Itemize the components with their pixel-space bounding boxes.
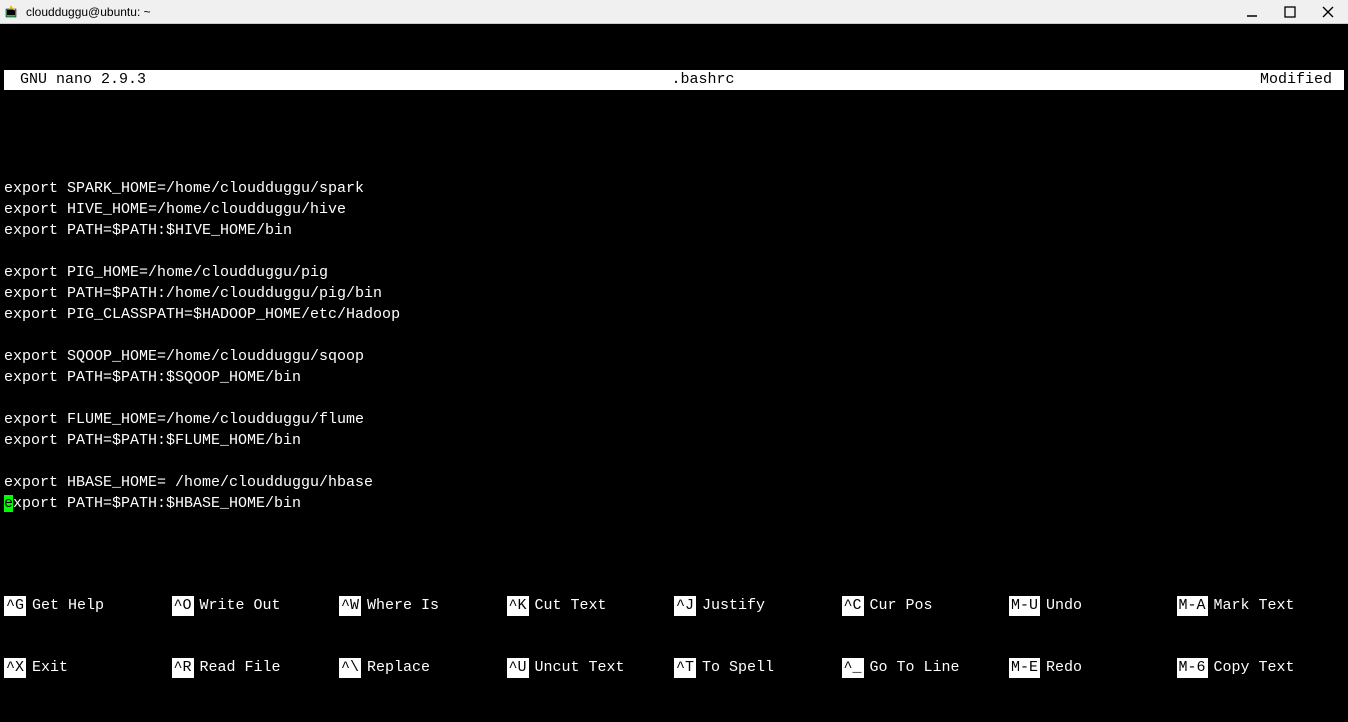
window-controls xyxy=(1242,2,1344,22)
editor-line xyxy=(4,451,1344,472)
shortcut-label: Cur Pos xyxy=(870,596,933,616)
nano-filename: .bashrc xyxy=(146,70,1260,90)
editor-line: export HBASE_HOME= /home/cloudduggu/hbas… xyxy=(4,472,1344,493)
editor-line: export PIG_CLASSPATH=$HADOOP_HOME/etc/Ha… xyxy=(4,304,1344,325)
shortcut-key: M-A xyxy=(1177,596,1208,616)
editor-line xyxy=(4,157,1344,178)
shortcut: M-6 Copy Text xyxy=(1177,658,1345,678)
shortcut-key: ^R xyxy=(172,658,194,678)
shortcut-key: M-U xyxy=(1009,596,1040,616)
maximize-button[interactable] xyxy=(1280,2,1300,22)
shortcut-key: ^O xyxy=(172,596,194,616)
shortcut-label: Replace xyxy=(367,658,430,678)
shortcut: ^\ Replace xyxy=(339,658,507,678)
shortcut-label: Go To Line xyxy=(870,658,960,678)
terminal-area[interactable]: GNU nano 2.9.3 .bashrc Modified export S… xyxy=(0,24,1348,722)
shortcut-key: ^T xyxy=(674,658,696,678)
nano-header: GNU nano 2.9.3 .bashrc Modified xyxy=(4,70,1344,90)
shortcut-key: ^_ xyxy=(842,658,864,678)
editor-line: export SPARK_HOME=/home/cloudduggu/spark xyxy=(4,178,1344,199)
putty-icon xyxy=(4,4,20,20)
close-button[interactable] xyxy=(1318,2,1338,22)
shortcut-key: ^W xyxy=(339,596,361,616)
footer-row: ^G Get Help ^O Write Out ^W Where Is ^K Cut Tex… xyxy=(4,596,1344,616)
editor-line: export PATH=$PATH:$FLUME_HOME/bin xyxy=(4,430,1344,451)
shortcut-key: M-E xyxy=(1009,658,1040,678)
shortcut-label: Where Is xyxy=(367,596,439,616)
shortcut-label: Write Out xyxy=(200,596,281,616)
shortcut-key: ^X xyxy=(4,658,26,678)
window-title: cloudduggu@ubuntu: ~ xyxy=(26,5,1242,19)
shortcut: ^X Exit xyxy=(4,658,172,678)
editor-line: export HIVE_HOME=/home/cloudduggu/hive xyxy=(4,199,1344,220)
nano-status: Modified xyxy=(1260,70,1340,90)
shortcut-label: Undo xyxy=(1046,596,1082,616)
shortcut: ^R Read File xyxy=(172,658,340,678)
editor-line: export SQOOP_HOME=/home/cloudduggu/sqoop xyxy=(4,346,1344,367)
shortcut-key: ^U xyxy=(507,658,529,678)
editor-line xyxy=(4,325,1344,346)
shortcut: M-U Undo xyxy=(1009,596,1177,616)
shortcut-label: Justify xyxy=(702,596,765,616)
shortcut-label: Copy Text xyxy=(1214,658,1295,678)
footer-row: ^X Exit ^R Read File ^\ Replace ^U Uncut Text ^T… xyxy=(4,658,1344,678)
shortcut-label: Read File xyxy=(200,658,281,678)
shortcut-label: To Spell xyxy=(702,658,774,678)
shortcut-label: Redo xyxy=(1046,658,1082,678)
shortcut-key: ^\ xyxy=(339,658,361,678)
shortcut-key: M-6 xyxy=(1177,658,1208,678)
shortcut-label: Uncut Text xyxy=(535,658,625,678)
shortcut-key: ^C xyxy=(842,596,864,616)
nano-version: GNU nano 2.9.3 xyxy=(8,70,146,90)
nano-footer: ^G Get Help ^O Write Out ^W Where Is ^K Cut Tex… xyxy=(0,554,1348,722)
editor-line xyxy=(4,388,1344,409)
editor-line: export PIG_HOME=/home/cloudduggu/pig xyxy=(4,262,1344,283)
minimize-button[interactable] xyxy=(1242,2,1262,22)
editor-line: export PATH=$PATH:$SQOOP_HOME/bin xyxy=(4,367,1344,388)
editor-body[interactable]: export SPARK_HOME=/home/cloudduggu/spark… xyxy=(0,153,1348,514)
shortcut: ^_ Go To Line xyxy=(842,658,1010,678)
editor-line: export PATH=$PATH:$HIVE_HOME/bin xyxy=(4,220,1344,241)
shortcut-label: Cut Text xyxy=(535,596,607,616)
window-titlebar: cloudduggu@ubuntu: ~ xyxy=(0,0,1348,24)
shortcut: ^C Cur Pos xyxy=(842,596,1010,616)
shortcut: ^G Get Help xyxy=(4,596,172,616)
shortcut: ^K Cut Text xyxy=(507,596,675,616)
shortcut: ^W Where Is xyxy=(339,596,507,616)
shortcut-key: ^J xyxy=(674,596,696,616)
shortcut: M-A Mark Text xyxy=(1177,596,1345,616)
shortcut-label: Mark Text xyxy=(1214,596,1295,616)
cursor: e xyxy=(4,495,13,512)
editor-line: export PATH=$PATH:/home/cloudduggu/pig/b… xyxy=(4,283,1344,304)
shortcut-label: Get Help xyxy=(32,596,104,616)
shortcut: ^O Write Out xyxy=(172,596,340,616)
shortcut-key: ^K xyxy=(507,596,529,616)
shortcut: ^T To Spell xyxy=(674,658,842,678)
editor-line: export FLUME_HOME=/home/cloudduggu/flume xyxy=(4,409,1344,430)
editor-line-cursor: export PATH=$PATH:$HBASE_HOME/bin xyxy=(4,493,1344,514)
shortcut: ^U Uncut Text xyxy=(507,658,675,678)
editor-line xyxy=(4,241,1344,262)
shortcut: ^J Justify xyxy=(674,596,842,616)
shortcut: M-E Redo xyxy=(1009,658,1177,678)
shortcut-key: ^G xyxy=(4,596,26,616)
shortcut-label: Exit xyxy=(32,658,68,678)
